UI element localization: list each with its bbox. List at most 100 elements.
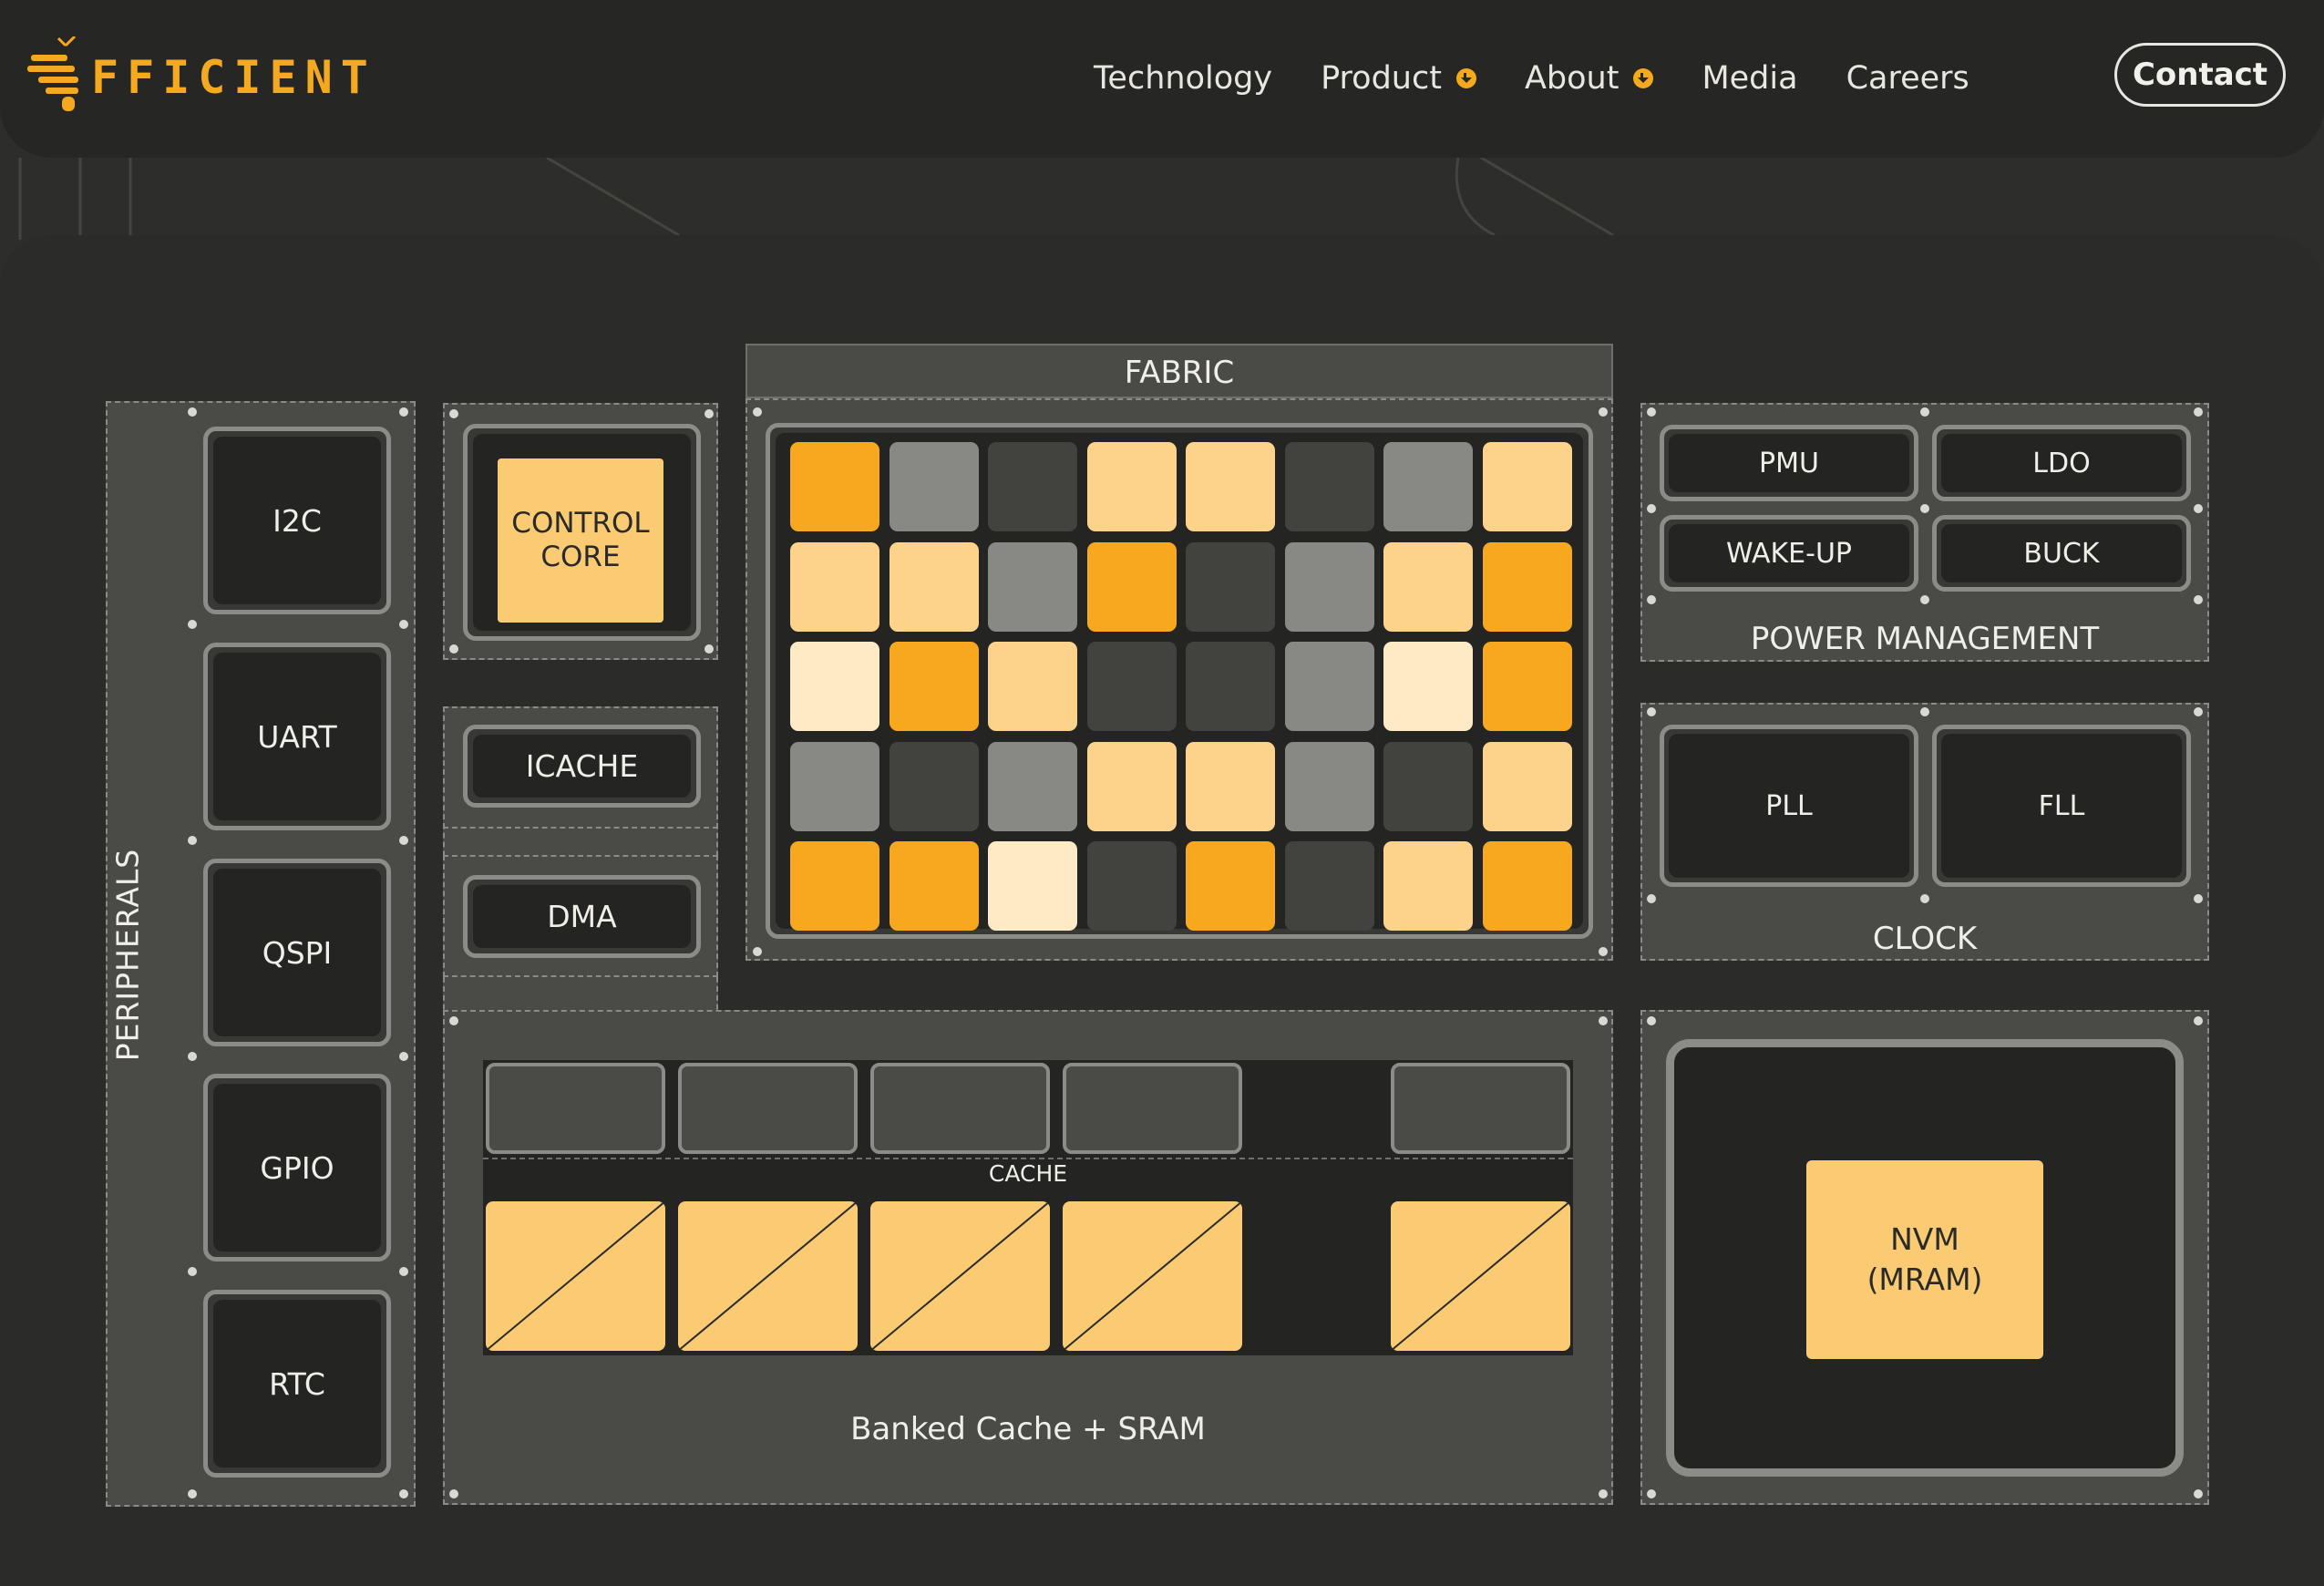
memory-title: Banked Cache + SRAM — [850, 1411, 1206, 1447]
fabric-tile — [1284, 442, 1374, 531]
fabric-tile — [1086, 541, 1177, 632]
ldo-block[interactable]: LDO — [1932, 425, 2191, 501]
connector-dot — [449, 644, 458, 654]
connector-dot — [188, 407, 197, 417]
connector-dot — [1647, 504, 1656, 513]
fabric-tile — [1383, 541, 1473, 632]
connector-dot — [399, 1489, 408, 1498]
fabric-tile — [1284, 741, 1374, 831]
sram-bank — [486, 1201, 665, 1351]
connector-dot — [188, 836, 197, 845]
connector-dot — [1647, 707, 1656, 716]
nav-about[interactable]: About — [1525, 60, 1654, 97]
fabric-tile — [1482, 741, 1572, 831]
fabric-tile — [1186, 442, 1275, 531]
connector-dot — [399, 1052, 408, 1061]
fabric-tile — [988, 841, 1077, 931]
connector-dot — [1647, 894, 1656, 903]
dma-label: DMA — [473, 885, 691, 948]
peripheral-i2c[interactable]: I2C — [203, 427, 391, 614]
cache-bank — [870, 1063, 1050, 1154]
nav-media[interactable]: Media — [1702, 60, 1797, 97]
pll-block[interactable]: PLL — [1660, 725, 1918, 887]
connector-dot — [2194, 407, 2203, 417]
connector-dot — [704, 409, 714, 418]
background-decoration — [18, 158, 1614, 240]
connector-dot — [188, 1052, 197, 1061]
fabric-tile — [1482, 642, 1572, 731]
nav-careers-label: Careers — [1846, 60, 1969, 97]
fabric-tile — [988, 541, 1077, 632]
wake-up-label: WAKE-UP — [1669, 524, 1909, 582]
fabric-title: FABRIC — [1124, 355, 1235, 391]
sram-bank — [1391, 1201, 1570, 1351]
fabric-tile — [1383, 841, 1473, 931]
fabric-tile — [988, 642, 1077, 731]
nvm-chip[interactable]: NVM (MRAM) — [1806, 1160, 2043, 1359]
fll-block[interactable]: FLL — [1932, 725, 2191, 887]
fabric-tile — [790, 642, 879, 731]
connector-dot — [704, 644, 714, 654]
fabric-tile — [1284, 841, 1374, 931]
dma-frame[interactable]: DMA — [463, 875, 701, 958]
cache-label: CACHE — [948, 1160, 1108, 1187]
icache-frame[interactable]: ICACHE — [463, 725, 701, 808]
connector-dot — [399, 407, 408, 417]
sram-bank — [1063, 1201, 1242, 1351]
brand-logo[interactable]: FFICIENT — [26, 36, 376, 118]
chip-diagram-panel: PERIPHERALS I2C UART QSPI GPIO RTC CONTR… — [0, 235, 2324, 1586]
fabric-tile — [1186, 541, 1275, 632]
fabric-tile — [889, 841, 979, 931]
sram-bank — [678, 1201, 858, 1351]
cache-bank — [1391, 1063, 1570, 1154]
peripheral-qspi[interactable]: QSPI — [203, 859, 391, 1046]
pmu-label: PMU — [1669, 434, 1909, 492]
peripheral-gpio[interactable]: GPIO — [203, 1074, 391, 1262]
nav-technology-label: Technology — [1094, 60, 1273, 97]
power-management-title: POWER MANAGEMENT — [1750, 621, 2100, 657]
qspi-label: QSPI — [213, 869, 381, 1036]
fabric-tile — [1284, 541, 1374, 632]
peripheral-rtc[interactable]: RTC — [203, 1290, 391, 1478]
fabric-tile — [1482, 541, 1572, 632]
connector-dot — [1920, 894, 1929, 903]
fabric-tile — [790, 442, 879, 531]
connector-dot — [399, 620, 408, 629]
peripheral-uart[interactable]: UART — [203, 643, 391, 830]
connector-dot — [2194, 1016, 2203, 1025]
chevron-down-icon — [1633, 68, 1654, 88]
ldo-label: LDO — [1941, 434, 2182, 492]
icache-label: ICACHE — [473, 735, 691, 798]
nav-careers[interactable]: Careers — [1846, 60, 1969, 97]
fabric-tile — [790, 541, 879, 632]
connector-dot — [2194, 504, 2203, 513]
connector-dot — [1920, 407, 1929, 417]
fabric-tile — [790, 841, 879, 931]
wake-up-block[interactable]: WAKE-UP — [1660, 515, 1918, 592]
connector-dot — [753, 407, 762, 417]
fabric-tile — [1383, 642, 1473, 731]
contact-button[interactable]: Contact — [2114, 43, 2286, 107]
connector-dot — [449, 409, 458, 418]
connector-dot — [1599, 407, 1608, 417]
chevron-down-icon — [1455, 68, 1476, 88]
fabric-tile — [1482, 841, 1572, 931]
fabric-tile — [1383, 442, 1473, 531]
fabric-tile — [790, 741, 879, 831]
nav-product[interactable]: Product — [1321, 60, 1476, 97]
fabric-tile — [889, 541, 979, 632]
buck-block[interactable]: BUCK — [1932, 515, 2191, 592]
main-nav: Technology Product About Media Careers — [1094, 51, 2018, 106]
control-core-chip[interactable]: CONTROL CORE — [498, 458, 663, 623]
pmu-block[interactable]: PMU — [1660, 425, 1918, 501]
fabric-tile — [1186, 642, 1275, 731]
connector-dot — [449, 1489, 458, 1498]
connector-dot — [188, 1267, 197, 1276]
nav-technology[interactable]: Technology — [1094, 60, 1272, 97]
connector-dot — [399, 836, 408, 845]
connector-dot — [1920, 595, 1929, 604]
fabric-tile — [1086, 642, 1177, 731]
connector-dot — [188, 1489, 197, 1498]
fabric-tile — [1186, 841, 1275, 931]
fll-label: FLL — [1941, 734, 2182, 878]
